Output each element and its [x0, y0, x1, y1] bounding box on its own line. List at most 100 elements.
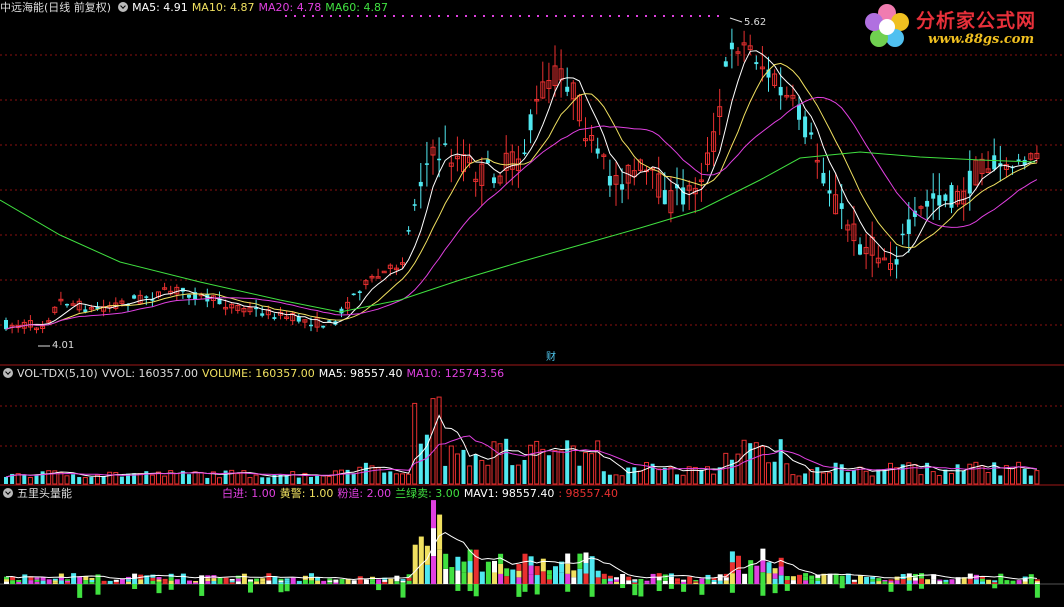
wuli-bar	[211, 581, 217, 584]
wuli-panel[interactable]: 五里头量能 白进: 1.00 黄警: 1.00 粉追: 2.00 兰绿卖: 3.00 MA…	[0, 486, 1064, 607]
wuli-bar	[900, 574, 906, 580]
signal-dot	[519, 15, 521, 17]
volume-bar-up	[412, 402, 418, 485]
volume-bar-down	[699, 469, 704, 484]
wuli-bar	[382, 581, 388, 584]
wuli-sell-bar	[248, 584, 253, 593]
wuli-bar	[668, 580, 674, 584]
wuli-bar	[620, 573, 626, 584]
dropdown-icon[interactable]	[3, 488, 13, 498]
wuli-bar	[638, 581, 644, 584]
finance-marker[interactable]: 财	[546, 348, 556, 363]
high-price-label: 5.62	[744, 17, 767, 28]
wuli-bar	[254, 581, 260, 584]
wuli-bar	[248, 579, 253, 582]
wuli-bar	[717, 577, 723, 581]
volume-bar-down	[77, 477, 82, 484]
volume-bar-up	[595, 440, 601, 485]
price-panel[interactable]: 中远海能(日线 前复权) MA5: 4.91 MA10: 4.87 MA20: 4.7…	[0, 0, 1064, 366]
volume-bar-up	[64, 475, 70, 485]
dropdown-icon[interactable]	[3, 368, 13, 378]
volume-bar-down	[839, 464, 844, 484]
wuli-sell-bar	[699, 584, 705, 595]
volume-bar-down	[22, 474, 27, 484]
wuli-bar	[992, 580, 998, 583]
wuli-bar	[870, 581, 876, 584]
wuli-bar	[260, 578, 266, 582]
volume-bar-up	[192, 471, 198, 485]
signal-dot	[492, 15, 494, 17]
wuli-bar	[138, 579, 144, 584]
volume-chart[interactable]	[0, 366, 1064, 486]
wuli-bar	[162, 581, 168, 584]
wuli-bar	[119, 578, 125, 584]
volume-bar-down	[388, 471, 393, 484]
wuli-sell-bar	[278, 584, 284, 593]
lan-lv-mai-value: 兰绿卖: 3.00	[395, 487, 460, 500]
wuli-bar	[522, 553, 528, 584]
volume-header: VOL-TDX(5,10) VVOL: 160357.00 VOLUME: 1603…	[0, 366, 508, 382]
wuli-bar	[803, 580, 809, 584]
volume-bar-down	[351, 473, 356, 484]
wuli-bar	[284, 580, 290, 583]
wuli-sell-bar	[729, 584, 735, 593]
candle-down	[260, 313, 265, 316]
ma60-value: MA60: 4.87	[325, 1, 388, 14]
wuli-bar	[931, 579, 937, 584]
wuli-bar	[113, 581, 119, 584]
volume-bar-down	[998, 475, 1003, 484]
volume-bar-up	[107, 471, 113, 485]
wuli-bar	[235, 581, 241, 584]
candle-down	[803, 116, 808, 138]
signal-dot	[681, 15, 683, 17]
signal-dot	[609, 15, 611, 17]
wuli-bar	[302, 579, 308, 584]
wuli-bar	[229, 580, 235, 583]
dropdown-icon[interactable]	[118, 2, 129, 12]
volume-bar-up	[174, 472, 180, 485]
wuli-bar	[809, 575, 815, 580]
wuli-bar	[321, 580, 327, 584]
volume-bar-up	[656, 468, 662, 485]
candle-down	[858, 244, 862, 255]
flower-logo-icon	[865, 4, 909, 47]
wuli-sell-bar	[760, 584, 766, 596]
wuli-bar	[790, 576, 796, 581]
signal-dot	[465, 15, 467, 17]
wuli-bar	[675, 581, 680, 584]
volume-bar-up	[711, 473, 717, 485]
volume-bar-up	[430, 398, 436, 485]
wuli-sell-bar	[473, 584, 479, 597]
volume-bar-up	[589, 453, 595, 485]
volume-bar-down	[833, 462, 838, 484]
volume-bar-up	[479, 459, 485, 485]
wuli-sell-bar	[95, 584, 101, 595]
signal-dot	[672, 15, 674, 17]
volume-bar-down	[1022, 469, 1027, 484]
wuli-chart[interactable]	[0, 486, 1064, 607]
wuli-bar	[16, 580, 22, 583]
volume-panel[interactable]: VOL-TDX(5,10) VVOL: 160357.00 VOLUME: 1603…	[0, 366, 1064, 486]
wuli-bar	[882, 581, 888, 583]
wuli-bar	[607, 575, 613, 579]
wuli-bar	[614, 581, 619, 584]
wuli-bar	[211, 578, 217, 582]
volume-bar-up	[759, 446, 765, 485]
wuli-bar	[851, 579, 857, 582]
high-arrow-icon	[729, 17, 743, 23]
wuli-bar	[705, 574, 711, 580]
wuli-bar	[309, 573, 314, 577]
wuli-sell-bar	[620, 584, 626, 589]
wuli-bar	[485, 561, 491, 584]
signal-dot	[708, 15, 710, 17]
candlestick-chart[interactable]	[0, 0, 1064, 366]
wuli-bar	[284, 578, 290, 581]
volume-indicator: VOL-TDX(5,10)	[17, 367, 98, 380]
signal-dot	[573, 15, 575, 17]
wuli-bar	[546, 574, 552, 580]
volume-bar-up	[467, 465, 473, 485]
wuli-bar	[1028, 574, 1034, 584]
wuli-bar	[815, 577, 821, 581]
volume-bar-up	[326, 476, 332, 485]
wuli-bar	[205, 578, 211, 582]
